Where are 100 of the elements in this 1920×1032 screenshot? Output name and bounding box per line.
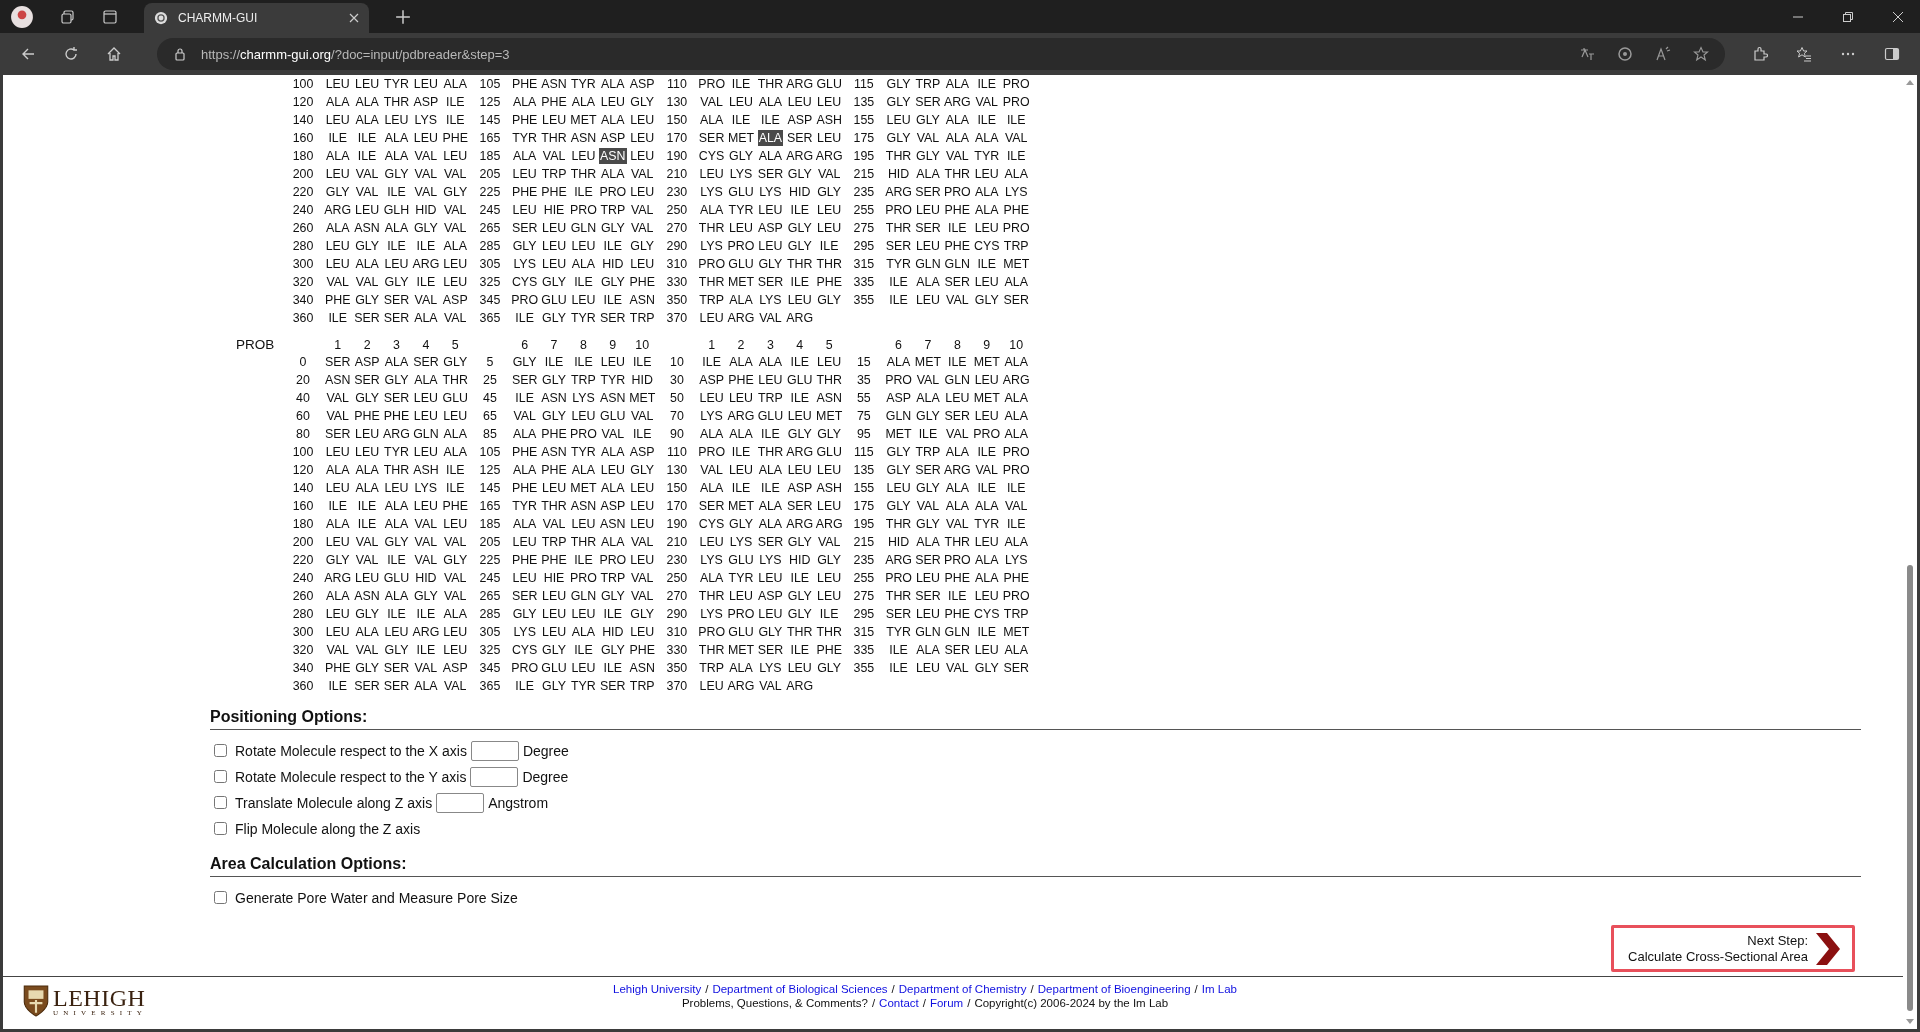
residue-name[interactable]: ARG [785,444,815,460]
residue-name[interactable]: ASN [323,372,352,388]
residue-name[interactable]: PRO [569,202,598,218]
residue-name[interactable]: LEU [727,588,755,604]
residue-name[interactable]: LEU [383,112,410,128]
residue-name[interactable]: LEU [354,444,381,460]
residue-name[interactable]: THR [786,624,814,640]
residue-name[interactable]: TRP [540,166,568,182]
input-field[interactable] [436,792,485,813]
residue-name[interactable]: THR [786,256,814,272]
residue-name[interactable]: GLU [599,408,627,424]
residue-name[interactable]: GLY [599,274,626,290]
residue-name[interactable]: LEU [629,516,656,532]
residue-name[interactable]: ILE [730,480,752,496]
residue-name[interactable]: LEU [698,166,725,182]
residue-name[interactable]: ARG [726,678,756,694]
residue-name[interactable]: ALA [974,498,1000,514]
residue-name[interactable]: ALA [413,678,439,694]
residue-name[interactable]: SER [914,588,942,604]
residue-name[interactable]: LYS [758,660,783,676]
residue-name[interactable]: SER [914,220,942,236]
residue-name[interactable]: ASN [599,390,627,406]
residue-name[interactable]: ALA [757,148,784,164]
close-icon[interactable] [1892,10,1904,23]
residue-name[interactable]: PRO [569,570,598,586]
residue-name[interactable]: ARG [942,94,972,110]
residue-name[interactable]: LEU [757,570,784,586]
residue-name[interactable]: VAL [354,642,380,658]
residue-name[interactable]: LEU [354,76,381,92]
residue-name[interactable]: ASP [599,498,627,514]
residue-name[interactable]: GLY [442,354,469,370]
residue-name[interactable]: LEU [541,624,568,640]
residue-name[interactable]: PRO [697,624,727,640]
residue-name[interactable]: PHE [943,570,972,586]
residue-name[interactable]: ILE [386,238,407,254]
residue-name[interactable]: ALA [325,94,351,110]
residue-name[interactable]: ARG [814,516,844,532]
residue-name[interactable]: GLY [541,678,567,694]
residue-name[interactable]: ALA [915,390,941,406]
residue-name[interactable]: ALA [728,354,754,370]
residue-name[interactable]: LEU [511,570,538,586]
residue-name[interactable]: LEU [629,112,656,128]
residue-name[interactable]: LEU [383,480,410,496]
residue-name[interactable]: VAL [945,292,970,308]
residue-name[interactable]: ASP [757,588,784,604]
residue-name[interactable]: LEU [442,642,469,658]
residue-name[interactable]: PHE [943,238,972,254]
extensions-icon[interactable] [1752,46,1768,62]
residue-name[interactable]: GLY [324,184,351,200]
residue-name[interactable]: CYS [510,642,539,658]
sidebar-icon[interactable] [1884,46,1900,62]
residue-name[interactable]: VAL [541,148,567,164]
residue-name[interactable]: ARG [726,310,756,326]
residue-name[interactable]: ALA [944,112,971,128]
browser-tab[interactable]: CHARMM-GUI [144,3,369,33]
residue-name[interactable]: GLN [884,408,913,424]
residue-name[interactable]: VAL [699,94,724,110]
residue-name[interactable]: HID [630,372,654,388]
residue-name[interactable]: PHE [510,112,539,128]
residue-name[interactable]: ILE [760,426,781,442]
residue-name[interactable]: CYS [697,516,726,532]
residue-name[interactable]: ARG [785,678,815,694]
residue-name[interactable]: LEU [442,516,469,532]
home-icon[interactable] [106,46,122,62]
residue-name[interactable]: GLY [973,660,1000,676]
residue-name[interactable]: PHE [510,444,539,460]
residue-name[interactable]: ILE [415,606,437,622]
residue-name[interactable]: TRP [540,534,568,550]
residue-name[interactable]: GLN [943,372,972,388]
residue-name[interactable]: GLY [757,256,784,272]
residue-name[interactable]: GLY [786,534,813,550]
residue-name[interactable]: GLY [629,238,656,254]
residue-name[interactable]: ALA [974,570,1000,586]
residue-name[interactable]: TYR [570,310,597,326]
residue-name[interactable]: ILE [818,238,840,254]
residue-name[interactable]: ALA [974,552,1000,568]
residue-name[interactable]: LEU [816,354,843,370]
residue-name[interactable]: GLY [354,390,380,406]
residue-name[interactable]: VAL [413,292,439,308]
residue-name[interactable]: VAL [512,408,537,424]
residue-name[interactable]: GLY [629,606,656,622]
residue-name[interactable]: THR [697,274,726,290]
residue-name[interactable]: ALA [974,184,1000,200]
residue-name[interactable]: HID [886,534,911,550]
residue-name[interactable]: ASP [885,390,912,406]
residue-name[interactable]: ALA [1003,534,1029,550]
residue-name[interactable]: SER [786,130,814,146]
residue-name[interactable]: ILE [602,238,624,254]
residue-name[interactable]: VAL [974,94,999,110]
residue-name[interactable]: ALA [325,516,351,532]
residue-name[interactable]: GLY [915,112,941,128]
residue-name[interactable]: GLY [885,76,912,92]
residue-name[interactable]: SER [697,130,726,146]
residue-name[interactable]: SER [353,372,381,388]
residue-name[interactable]: LEU [757,372,784,388]
residue-name[interactable]: PRO [510,660,540,676]
residue-name[interactable]: GLY [885,444,912,460]
residue-name[interactable]: PHE [1002,202,1030,218]
residue-name[interactable]: MET [913,354,942,370]
residue-name[interactable]: PHE [1002,570,1030,586]
